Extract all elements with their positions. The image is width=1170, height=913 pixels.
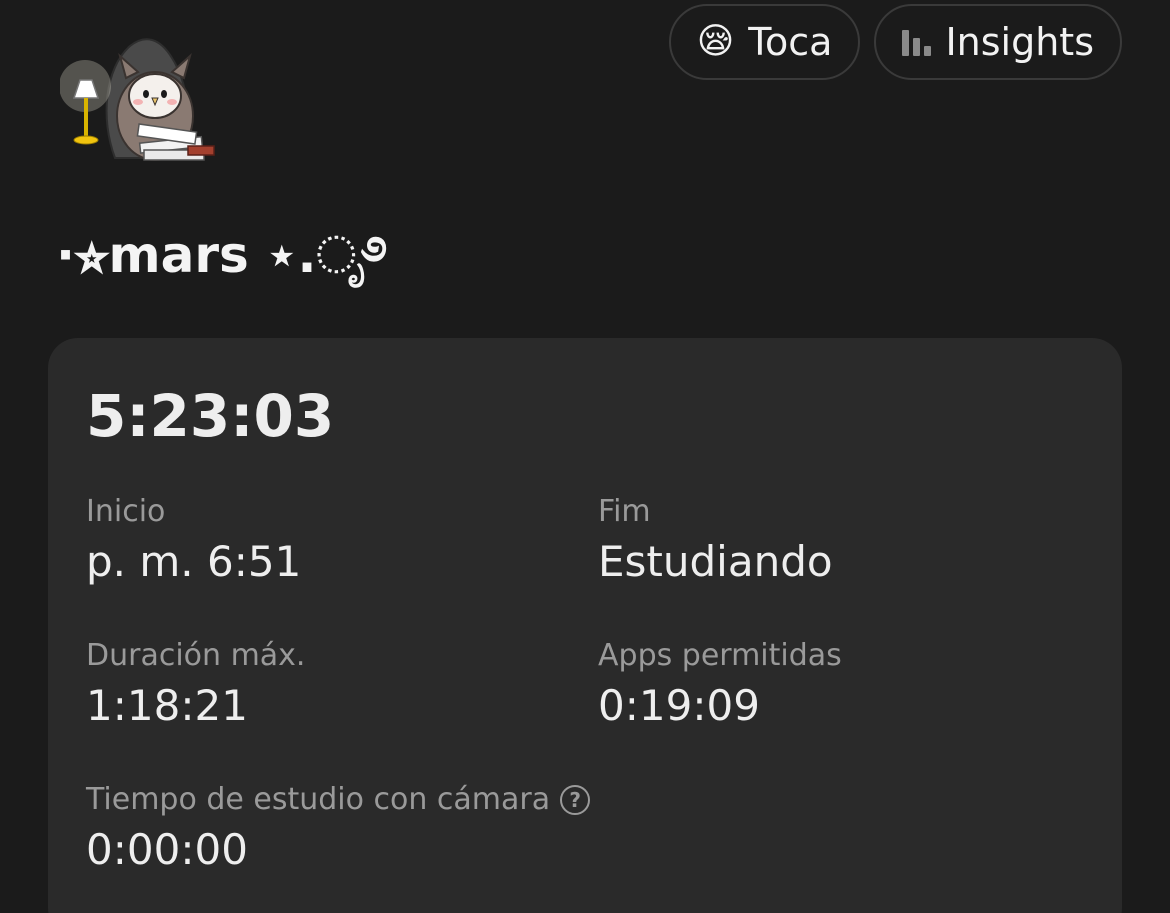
toca-button[interactable]: 😪 Toca <box>668 4 861 80</box>
help-icon[interactable]: ? <box>560 784 591 815</box>
insights-button[interactable]: Insights <box>874 4 1122 80</box>
sleepy-face-icon: 😪 <box>696 21 735 62</box>
field-allowed-apps: Apps permitidas 0:19:09 <box>598 638 842 730</box>
field-label: Inicio <box>86 494 166 529</box>
field-value: 1:18:21 <box>86 681 248 730</box>
toca-label: Toca <box>748 20 833 64</box>
session-timer: 5:23:03 <box>86 382 335 450</box>
field-label: Apps permitidas <box>598 638 842 673</box>
insights-label: Insights <box>945 20 1094 64</box>
avatar[interactable] <box>59 28 220 168</box>
bar-chart-icon <box>902 28 932 56</box>
field-camera-study-time: Tiempo de estudio con cámara ? 0:00:00 <box>86 782 591 874</box>
header-actions: 😪 Toca Insights <box>668 4 1122 80</box>
field-value: Estudiando <box>598 537 833 586</box>
field-label: Duración máx. <box>86 638 306 673</box>
username: ·⭐︎mars ⋆.ೃ࿔ <box>56 226 388 284</box>
field-value: 0:00:00 <box>86 825 248 874</box>
field-label: Fim <box>598 494 651 529</box>
field-value: p. m. 6:51 <box>86 537 302 586</box>
field-max-duration: Duración máx. 1:18:21 <box>86 638 305 730</box>
session-card: 5:23:03 Inicio p. m. 6:51 Fim Estudiando… <box>48 338 1122 913</box>
field-label: Tiempo de estudio con cámara ? <box>86 782 591 817</box>
camera-study-label: Tiempo de estudio con cámara <box>86 782 551 817</box>
field-end: Fim Estudiando <box>598 494 833 586</box>
owl-avatar-illustration <box>59 38 215 161</box>
page: 😪 Toca Insights ·⭐︎mars ⋆.ೃ࿔ 5:23:03 Ini… <box>0 0 1170 913</box>
field-value: 0:19:09 <box>598 681 760 730</box>
field-start: Inicio p. m. 6:51 <box>86 494 301 586</box>
